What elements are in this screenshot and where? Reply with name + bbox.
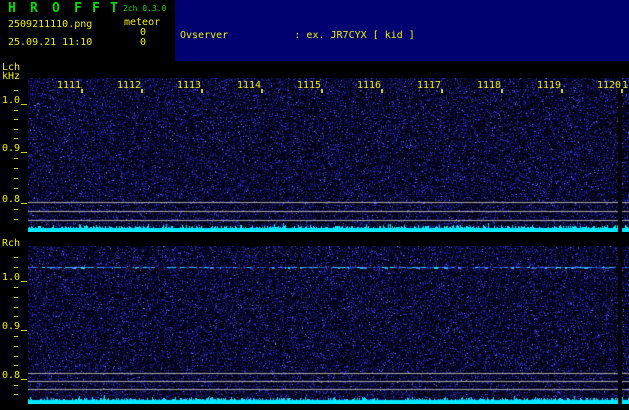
time-label: 1113 (177, 80, 203, 91)
freq-minor-tick (14, 365, 18, 366)
freq-major-tick (21, 104, 27, 105)
header-info: Ovserver : ex. JR7CYX [ kid ] Receiving … (175, 0, 629, 61)
freq-minor-tick (14, 158, 18, 159)
freq-minor-tick (14, 119, 18, 120)
time-tick (141, 89, 143, 93)
freq-tick-label: 0.8 (2, 370, 20, 381)
freq-major-tick (21, 330, 27, 331)
freq-minor-tick (14, 316, 18, 317)
freq-tick-label: 1.0 (2, 272, 20, 283)
freq-major-tick (21, 281, 27, 282)
rch-spectrogram (28, 246, 629, 404)
hrofft-window: H R O F F T 2ch 0.3.0 2509211110.png met… (0, 0, 629, 410)
observer-line: Ovserver : ex. JR7CYX [ kid ] (180, 29, 629, 42)
freq-minor-tick (14, 219, 18, 220)
freq-minor-tick (14, 129, 18, 130)
freq-minor-tick (14, 138, 18, 139)
freq-tick-label: 0.8 (2, 194, 20, 205)
time-tick (381, 89, 383, 93)
freq-minor-tick (14, 297, 18, 298)
time-label: 1117 (417, 80, 443, 91)
app-title-letter: R (30, 1, 38, 16)
freq-minor-tick (14, 394, 18, 395)
meteor-count-r: 0 (140, 37, 146, 48)
freq-minor-tick (14, 346, 18, 347)
freq-tick-label: 0.9 (2, 321, 20, 332)
time-label: 1112 (117, 80, 143, 91)
freq-minor-tick (14, 336, 18, 337)
freq-minor-tick (14, 307, 18, 308)
time-label: 1119 (537, 80, 563, 91)
app-version: 2ch 0.3.0 (123, 4, 166, 13)
freq-minor-tick (14, 385, 18, 386)
freq-minor-tick (14, 287, 18, 288)
time-tick (321, 89, 323, 93)
time-label: 1115 (297, 80, 323, 91)
time-label: 1116 (357, 80, 383, 91)
freq-major-tick (21, 379, 27, 380)
time-label-fragment: 11 (622, 80, 629, 91)
freq-minor-tick (14, 168, 18, 169)
freq-minor-tick (14, 356, 18, 357)
time-label: 1114 (237, 80, 263, 91)
time-tick (441, 89, 443, 93)
app-title-letter: H (8, 1, 16, 16)
time-tick (201, 89, 203, 93)
freq-minor-tick (14, 90, 18, 91)
freq-major-tick (21, 152, 27, 153)
freq-tick-label: 1.0 (2, 95, 20, 106)
freq-minor-tick (14, 257, 18, 258)
datetime: 25.09.21 11:10 (8, 37, 92, 48)
app-title-letter: O (52, 1, 60, 16)
freq-minor-tick (14, 178, 18, 179)
khz-unit-label: kHz (2, 71, 20, 82)
freq-minor-tick (14, 188, 18, 189)
time-tick (81, 89, 83, 93)
time-tick (261, 89, 263, 93)
output-filename: 2509211110.png (8, 19, 92, 30)
app-title-letter: T (110, 1, 118, 16)
lch-spectrogram (28, 78, 629, 232)
freq-minor-tick (14, 209, 18, 210)
freq-minor-tick (14, 267, 18, 268)
rch-axis-label: Rch (2, 238, 20, 249)
time-label: 1118 (477, 80, 503, 91)
freq-minor-tick (14, 110, 18, 111)
time-tick (501, 89, 503, 93)
time-label: 1120 (597, 80, 623, 91)
freq-major-tick (21, 203, 27, 204)
time-tick (561, 89, 563, 93)
time-label: 1111 (57, 80, 83, 91)
app-title-letter: F (92, 1, 100, 16)
freq-tick-label: 0.9 (2, 143, 20, 154)
app-title-letter: F (74, 1, 82, 16)
